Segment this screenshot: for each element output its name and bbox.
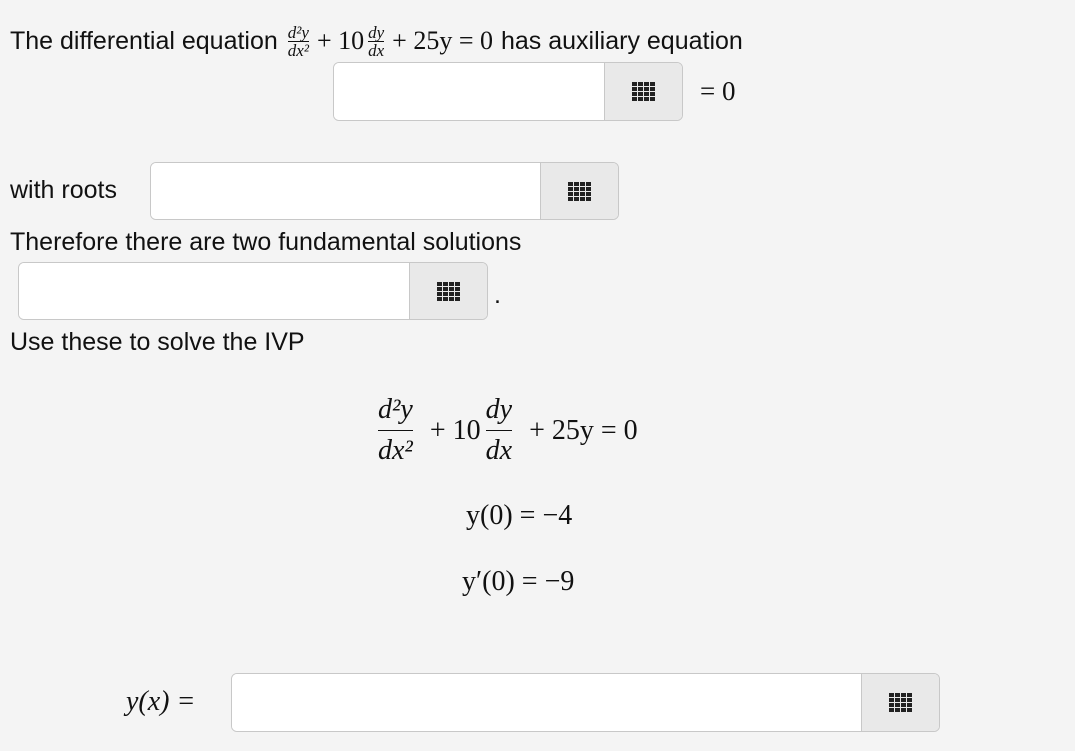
grid-icon [889,693,912,712]
initial-condition-y0: y(0) = −4 [466,500,573,531]
roots-input[interactable] [151,163,540,219]
intro-dx: dx [368,40,385,60]
fundamental-solutions-answer [18,262,488,320]
solution-label: y(x) = [126,686,196,717]
intro-d2y: d²y [287,22,309,42]
intro-prefix: The differential equation [10,27,278,55]
solution-answer [231,673,940,732]
fundamental-period: . [494,281,501,309]
ivp-plus-10: + 10 [429,414,481,446]
intro-d2y-dx2-fraction: d²y dx² [287,22,309,60]
auxiliary-equation-palette-button[interactable] [604,63,682,120]
auxiliary-equation-answer [333,62,683,121]
ivp-dx2: dx² [378,435,413,466]
ivp-d2y: d²y [378,393,413,431]
roots-answer [150,162,619,220]
intro-plus-25y: + 25y = 0 [392,26,493,55]
fundamental-solutions-text: Therefore there are two fundamental solu… [10,228,522,256]
ivp-dy-dx-fraction: dy dx [483,393,515,468]
roots-palette-button[interactable] [540,163,618,219]
ivp-dx: dx [485,435,513,466]
ivp-label: Use these to solve the IVP [10,328,305,356]
intro-dy: dy [368,22,385,42]
intro-ode-expression: d²y dx² + 10 dy dx + 25y = 0 [287,22,493,60]
intro-suffix: has auxiliary equation [501,27,743,55]
ivp-plus-25y: + 25y = 0 [529,414,638,446]
equals-zero: = 0 [700,76,736,106]
solution-palette-button[interactable] [861,674,939,731]
fundamental-solutions-palette-button[interactable] [409,263,487,319]
auxiliary-equation-input[interactable] [334,63,604,120]
intro-dy-dx-fraction: dy dx [368,22,385,60]
ivp-dy: dy [485,393,513,431]
intro-dx2: dx² [287,40,309,60]
ivp-d2y-dx2-fraction: d²y dx² [375,393,416,468]
ivp-ode-display: d²y dx² + 10 dy dx + 25y = 0 [375,393,638,468]
grid-icon [437,281,460,301]
initial-condition-dy0: y′(0) = −9 [462,566,575,597]
solution-input[interactable] [232,674,861,731]
fundamental-solutions-input[interactable] [19,263,409,319]
roots-label: with roots [10,176,117,204]
intro-plus-10: + 10 [316,26,365,55]
grid-icon [568,181,591,201]
grid-icon [632,82,655,101]
intro-line: The differential equation d²y dx² + 10 d… [10,23,743,59]
